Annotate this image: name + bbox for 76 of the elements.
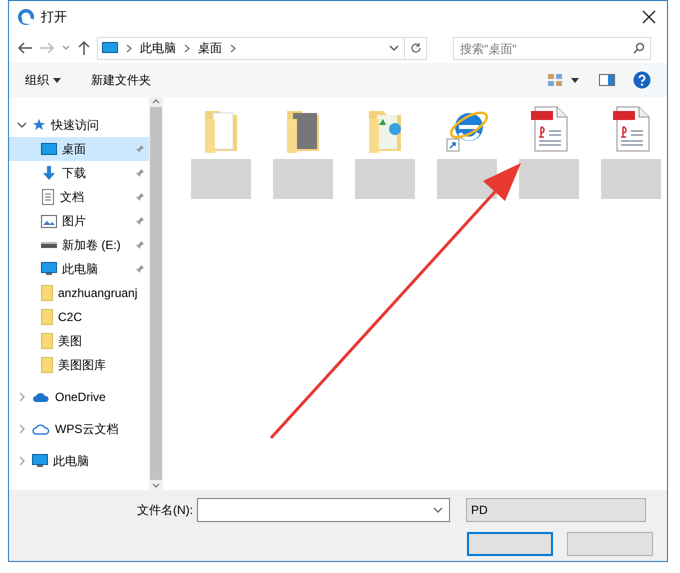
sidebar-item[interactable]: 此电脑	[9, 449, 149, 473]
filename-label: 文件名(N):	[137, 502, 193, 519]
dropdown-arrow-icon[interactable]	[571, 78, 579, 82]
sidebar-item[interactable]: 图片	[9, 209, 149, 233]
help-icon[interactable]	[633, 71, 651, 89]
collapse-chevron-icon[interactable]	[17, 392, 27, 402]
sidebar-item[interactable]: 美图图库	[9, 353, 149, 377]
search-icon	[633, 42, 645, 54]
star-icon	[32, 118, 46, 132]
document-icon	[41, 189, 55, 205]
sidebar-item[interactable]: 下载	[9, 161, 149, 185]
app-logo-icon	[17, 8, 35, 26]
pin-icon[interactable]	[135, 168, 145, 178]
sidebar-item[interactable]: 新加卷 (E:)	[9, 233, 149, 257]
filename-field[interactable]	[197, 498, 450, 522]
picture-icon	[41, 214, 57, 228]
chevron-down-icon[interactable]	[388, 43, 400, 53]
new-folder-button[interactable]: 新建文件夹	[91, 71, 151, 89]
refresh-icon[interactable]	[410, 42, 422, 54]
pdf-file-icon	[611, 105, 651, 153]
file-type-dropdown[interactable]: PD	[466, 498, 646, 522]
collapse-chevron-icon[interactable]	[17, 456, 27, 466]
pin-icon[interactable]	[135, 192, 145, 202]
folder-icon	[41, 309, 53, 325]
preview-pane-icon[interactable]	[599, 74, 615, 86]
search-field[interactable]: 搜索"桌面"	[453, 37, 651, 60]
sidebar-item[interactable]: 快速访问	[9, 113, 149, 137]
address-bar[interactable]: 此电脑 桌面	[97, 36, 427, 60]
blurred-label	[355, 159, 415, 199]
scrollbar[interactable]	[149, 97, 163, 490]
computer-icon	[32, 454, 48, 468]
caret-down-icon	[53, 78, 61, 82]
cloud-outline-icon	[32, 423, 50, 435]
folder-icon	[41, 357, 53, 373]
sidebar-item[interactable]: 美图	[9, 329, 149, 353]
blurred-label	[191, 159, 251, 199]
back-arrow-icon[interactable]	[17, 41, 33, 55]
computer-icon	[41, 262, 57, 276]
desktop-icon	[41, 143, 57, 155]
chevron-right-icon[interactable]	[126, 44, 132, 52]
blurred-label	[273, 159, 333, 199]
window-title: 打开	[41, 8, 68, 26]
sidebar-item[interactable]: C2C	[9, 305, 149, 329]
cloud-icon	[32, 392, 50, 402]
scroll-down-icon[interactable]	[152, 483, 160, 488]
pin-icon[interactable]	[135, 216, 145, 226]
organize-menu[interactable]: 组织	[25, 71, 61, 89]
folder-icon	[41, 333, 53, 349]
sidebar-item[interactable]: anzhuangruanj	[9, 281, 149, 305]
view-options-icon[interactable]	[547, 73, 563, 87]
collapse-chevron-icon[interactable]	[17, 424, 27, 434]
pin-icon[interactable]	[135, 240, 145, 250]
up-arrow-icon[interactable]	[77, 40, 91, 56]
chevron-down-icon[interactable]	[432, 506, 444, 514]
pin-icon[interactable]	[135, 144, 145, 154]
sidebar-item[interactable]: WPS云文档	[9, 417, 149, 441]
blurred-label	[519, 159, 579, 199]
computer-icon	[102, 42, 118, 54]
chevron-right-icon[interactable]	[230, 44, 236, 52]
folder-icon	[41, 285, 53, 301]
download-arrow-icon	[41, 165, 57, 181]
breadcrumb-item[interactable]: 桌面	[198, 39, 222, 57]
blurred-label	[437, 159, 497, 199]
sidebar-item[interactable]: 桌面	[9, 137, 149, 161]
drive-icon	[41, 241, 57, 249]
pin-icon[interactable]	[135, 264, 145, 274]
breadcrumb-item[interactable]: 此电脑	[140, 39, 176, 57]
sidebar-item[interactable]: 文档	[9, 185, 149, 209]
blurred-label	[601, 159, 661, 199]
pdf-file-icon	[529, 105, 569, 153]
chevron-right-icon[interactable]	[184, 44, 190, 52]
sidebar-item[interactable]: OneDrive	[9, 385, 149, 409]
expand-chevron-icon[interactable]	[17, 121, 27, 129]
open-button[interactable]	[467, 532, 553, 556]
sidebar-item[interactable]: 此电脑	[9, 257, 149, 281]
scroll-up-icon[interactable]	[152, 99, 160, 104]
